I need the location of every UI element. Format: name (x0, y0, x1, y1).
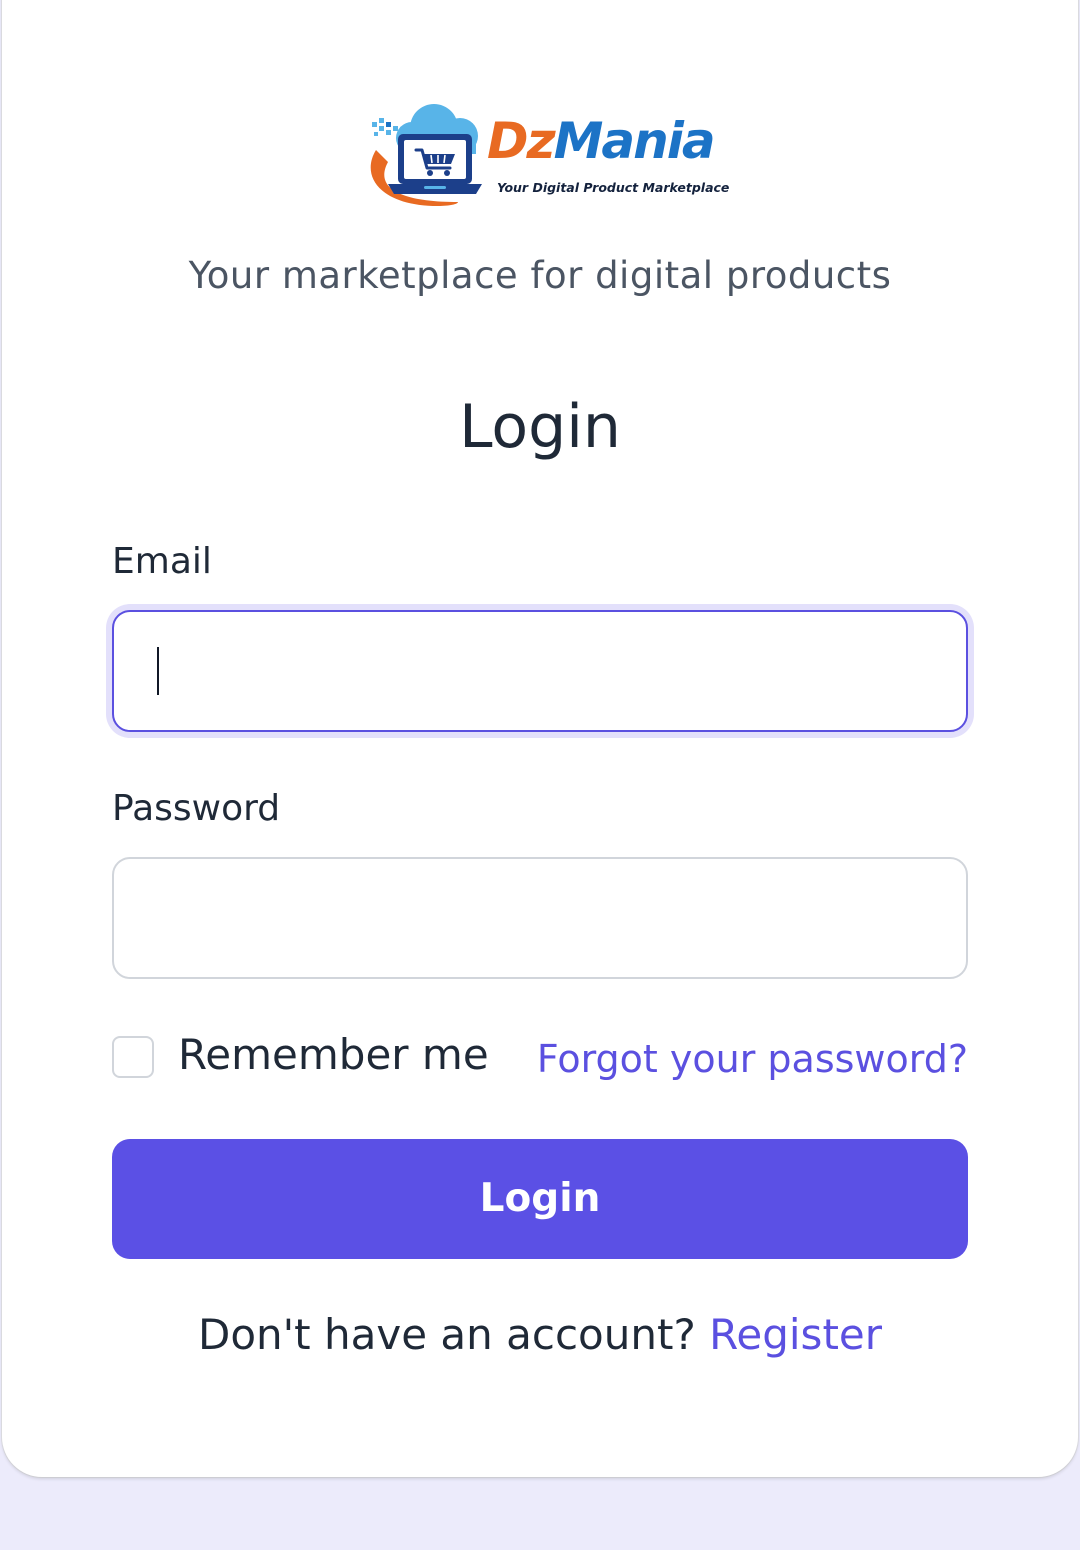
brand-name-dz: Dz (487, 112, 556, 170)
brand-tagline: Your Digital Product Marketplace (497, 180, 730, 195)
email-label: Email (112, 541, 212, 582)
brand-name-mania: Mania (553, 112, 716, 170)
forgot-password-link[interactable]: Forgot your password? (537, 1037, 968, 1081)
register-link[interactable]: Register (709, 1310, 882, 1359)
page-title: Login (459, 392, 621, 462)
text-cursor (157, 647, 159, 695)
email-field[interactable] (112, 610, 968, 732)
brand-logo: DzMania Your Digital Product Marketplace (360, 98, 729, 214)
remember-me-label[interactable]: Remember me (178, 1030, 489, 1079)
brand-name: DzMania (487, 116, 716, 166)
password-field[interactable] (112, 857, 968, 979)
site-subtitle: Your marketplace for digital products (188, 254, 892, 297)
remember-me-checkbox[interactable] (112, 1036, 154, 1078)
login-button[interactable]: Login (112, 1139, 968, 1259)
laptop-cart-cloud-logo-icon (370, 104, 482, 206)
password-label: Password (112, 788, 281, 829)
register-prompt-text: Don't have an account? (197, 1310, 696, 1359)
register-prompt: Don't have an account? Register (0, 1310, 1080, 1359)
